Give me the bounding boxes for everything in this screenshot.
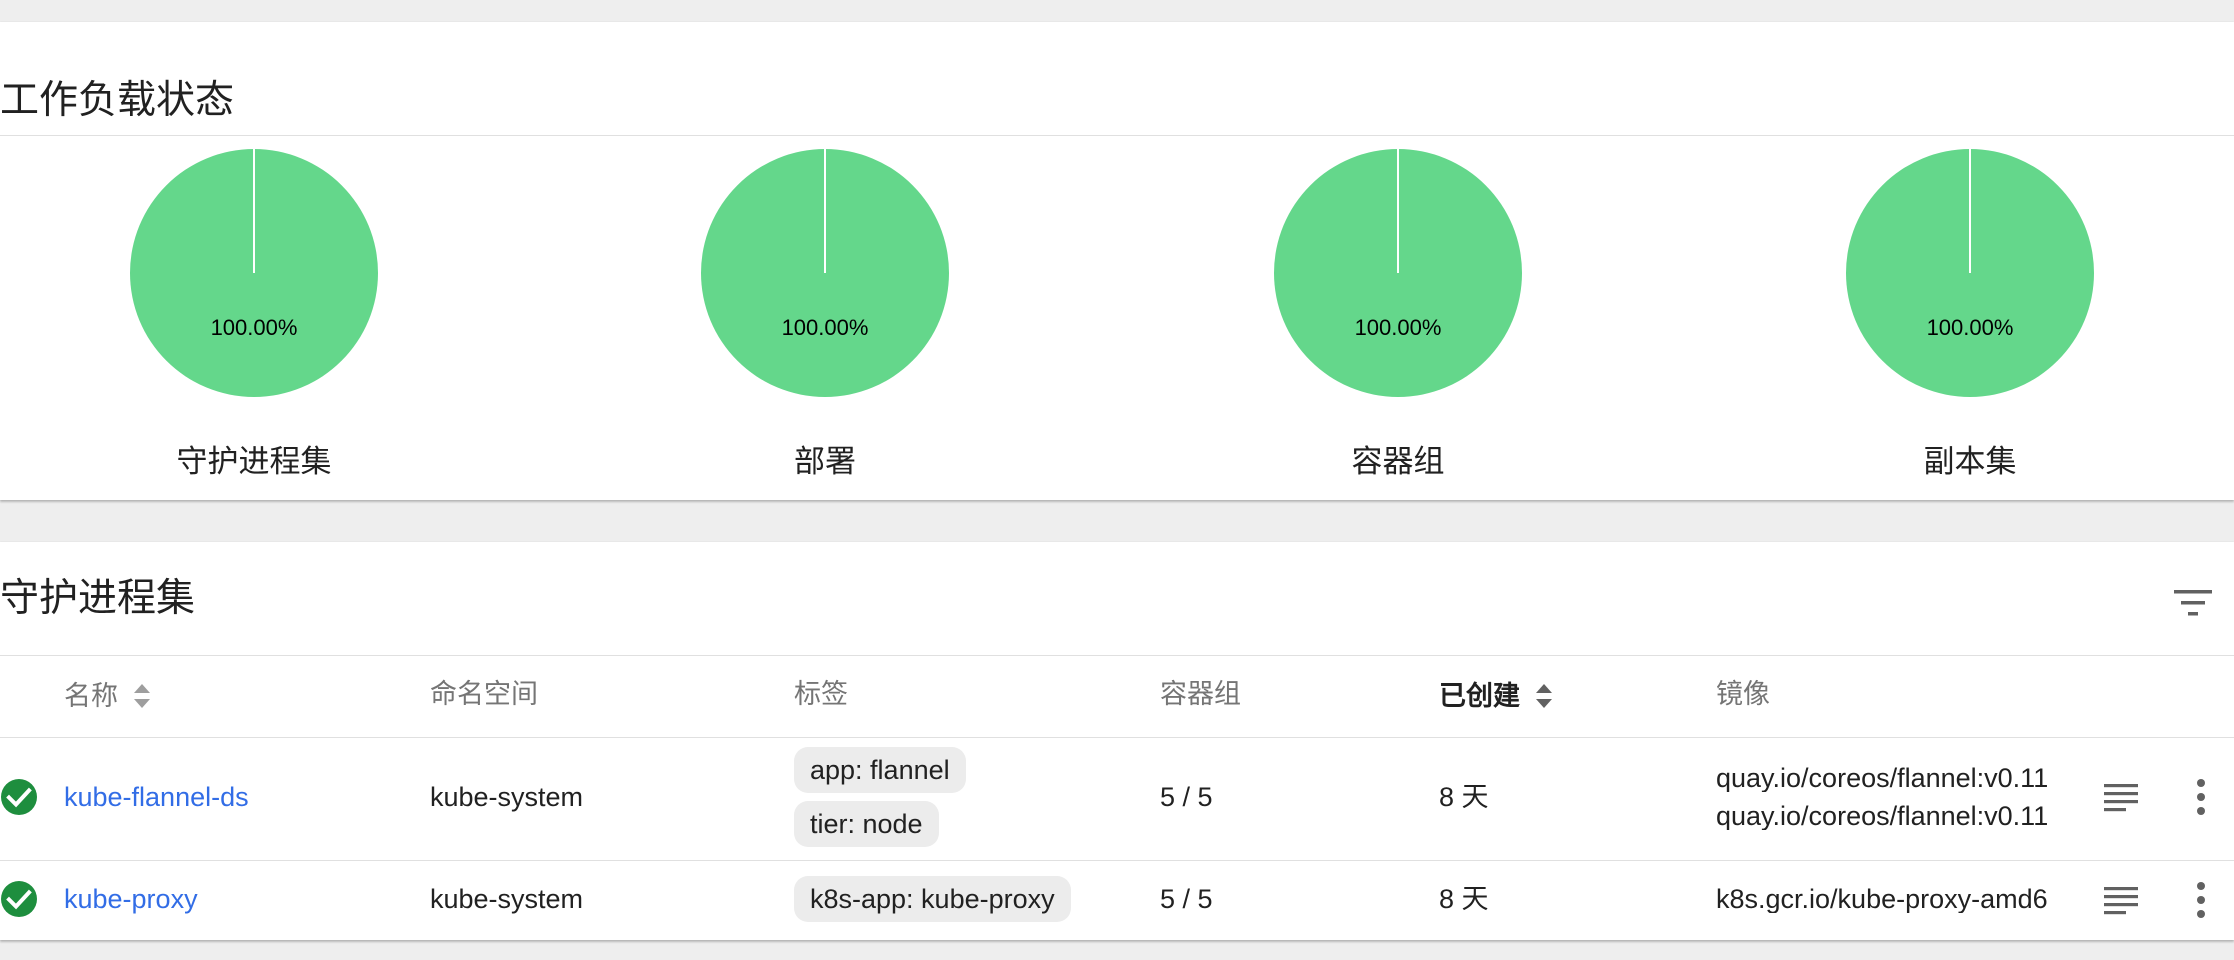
more-vert-icon[interactable]: [2189, 777, 2213, 817]
daemonset-name-link[interactable]: kube-flannel-ds: [64, 784, 249, 811]
image-cell: quay.io/coreos/flannel:v0.11.0-amd64: [1716, 765, 2048, 792]
logs-icon[interactable]: [2104, 885, 2138, 915]
namespace-cell: kube-system: [430, 884, 584, 914]
pie-chart: 100.00%: [130, 149, 378, 397]
label-chip: k8s-app: kube-proxy: [794, 876, 1071, 922]
workload-status-title: 工作负载状态: [0, 79, 235, 122]
column-header-labels: 标签: [794, 681, 848, 708]
daemonset-name-link[interactable]: kube-proxy: [64, 886, 198, 913]
pie-caption: 副本集: [1923, 444, 2017, 479]
check-circle-icon: [1, 881, 37, 917]
sort-icon[interactable]: [132, 681, 152, 711]
column-header-images: 镜像: [1716, 681, 1770, 708]
pie-percent-label: 100.00%: [211, 315, 298, 340]
column-header-label: 名称: [64, 680, 118, 711]
card-divider: [0, 135, 2234, 136]
row-divider: [0, 860, 2234, 861]
filter-icon[interactable]: [2172, 582, 2214, 624]
pie-percent-label: 100.00%: [1927, 315, 2014, 340]
column-header-label: 命名空间: [430, 679, 538, 709]
pie-daemonsets: 100.00% 守护进程集: [124, 148, 384, 498]
created-cell: 8 天: [1439, 782, 1489, 812]
column-header-label: 容器组: [1160, 679, 1241, 709]
image-cell: k8s.gcr.io/kube-proxy-amd64:v1.13.0: [1716, 886, 2048, 913]
pie-deployments: 100.00% 部署: [695, 148, 955, 498]
pie-replicasets: 100.00% 副本集: [1840, 148, 2100, 498]
namespace-cell: kube-system: [430, 782, 584, 812]
label-chip: tier: node: [794, 801, 939, 847]
label-chip: app: flannel: [794, 747, 966, 793]
column-header-label: 镜像: [1716, 679, 1770, 709]
column-header-label: 已创建: [1439, 680, 1520, 711]
check-circle-icon: [1, 779, 37, 815]
column-header-namespace: 命名空间: [430, 681, 538, 708]
pods-cell: 5 / 5: [1160, 884, 1213, 914]
pie-chart: 100.00%: [1274, 149, 1522, 397]
card-divider: [0, 655, 2234, 656]
pie-percent-label: 100.00%: [782, 315, 869, 340]
row-divider: [0, 737, 2234, 738]
column-header-name[interactable]: 名称: [64, 681, 152, 711]
daemonsets-card: 守护进程集 名称 命名空间 标签 容器组 已创建 镜像 kube-flannel…: [0, 542, 2234, 940]
pods-cell: 5 / 5: [1160, 782, 1213, 812]
created-cell: 8 天: [1439, 884, 1489, 914]
sort-icon[interactable]: [1534, 681, 1554, 711]
column-header-created[interactable]: 已创建: [1439, 681, 1554, 711]
logs-icon[interactable]: [2104, 782, 2138, 812]
pie-pods: 100.00% 容器组: [1268, 148, 1528, 498]
image-cell: quay.io/coreos/flannel:v0.11.0-amd64: [1716, 803, 2048, 830]
pie-chart: 100.00%: [1846, 149, 2094, 397]
daemonsets-title: 守护进程集: [0, 577, 196, 620]
pie-caption: 容器组: [1351, 444, 1445, 479]
workload-status-card: 工作负载状态 100.00% 守护进程集 100.00% 部署 100.00% …: [0, 22, 2234, 500]
column-header-label: 标签: [794, 679, 848, 709]
pie-percent-label: 100.00%: [1355, 315, 1442, 340]
more-vert-icon[interactable]: [2189, 880, 2213, 920]
pie-caption: 部署: [794, 444, 856, 479]
column-header-pods: 容器组: [1160, 681, 1241, 708]
pie-caption: 守护进程集: [176, 444, 332, 479]
pie-chart: 100.00%: [701, 149, 949, 397]
